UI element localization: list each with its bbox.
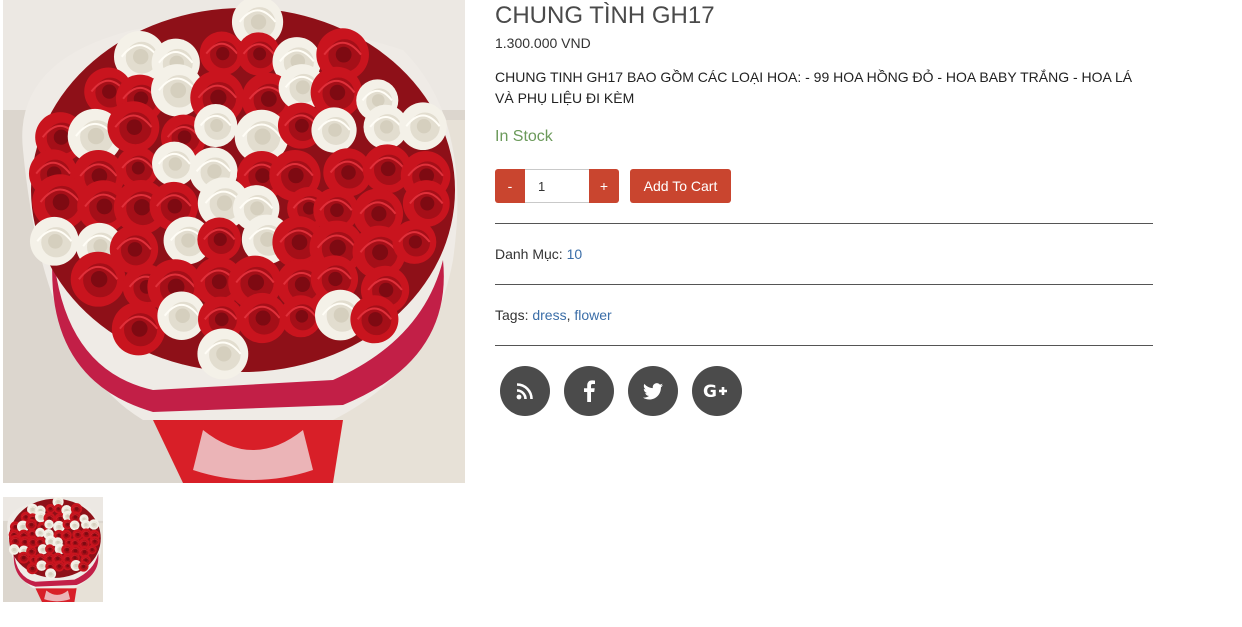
divider (495, 284, 1153, 285)
product-title: CHUNG TÌNH GH17 (495, 2, 715, 29)
twitter-icon (643, 382, 663, 399)
google-plus-icon: G (703, 382, 727, 401)
divider (495, 345, 1153, 346)
divider (495, 223, 1153, 224)
google-plus-share-button[interactable]: G (692, 366, 742, 416)
decrease-quantity-button[interactable]: - (495, 169, 525, 203)
product-price: 1.300.000 VND (495, 35, 591, 51)
product-category: Danh Mục: 10 (495, 246, 582, 262)
quantity-input[interactable] (525, 169, 589, 203)
social-share: G (500, 366, 756, 416)
rss-share-button[interactable] (500, 366, 550, 416)
tags-label: Tags: (495, 307, 529, 323)
svg-text:G: G (703, 382, 717, 401)
stock-status: In Stock (495, 128, 553, 145)
tag-link-dress[interactable]: dress (532, 307, 566, 323)
product-tags: Tags: dress, flower (495, 307, 612, 323)
add-to-cart-button[interactable]: Add To Cart (630, 169, 731, 203)
twitter-share-button[interactable] (628, 366, 678, 416)
category-label: Danh Mục: (495, 246, 563, 262)
product-description: CHUNG TINH GH17 BAO GỒM CÁC LOẠI HOA: - … (495, 69, 1133, 106)
facebook-icon (584, 380, 595, 402)
rss-icon (516, 383, 533, 400)
quantity-stepper: - + (495, 169, 619, 203)
category-link[interactable]: 10 (567, 246, 583, 262)
increase-quantity-button[interactable]: + (589, 169, 619, 203)
product-main-image (3, 0, 465, 483)
product-thumbnail[interactable] (3, 497, 103, 602)
facebook-share-button[interactable] (564, 366, 614, 416)
tag-link-flower[interactable]: flower (574, 307, 611, 323)
